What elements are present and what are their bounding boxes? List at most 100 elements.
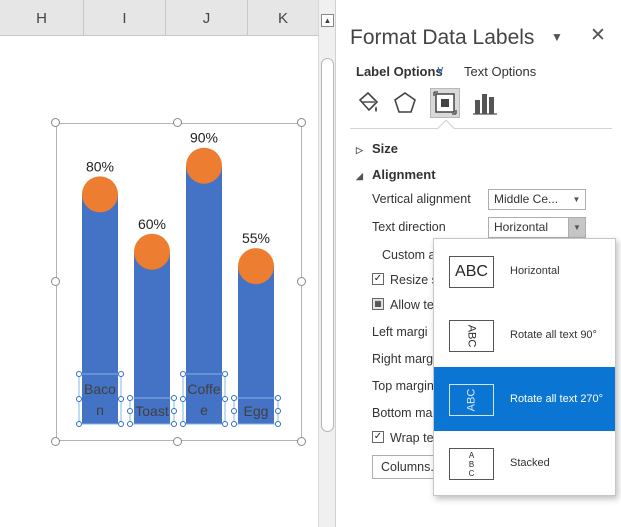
- label-selection-handle[interactable]: [127, 421, 133, 427]
- selected-tab-pointer: [437, 119, 455, 137]
- chevron-down-icon[interactable]: ∨: [436, 63, 445, 77]
- label-selection-handle[interactable]: [118, 396, 124, 402]
- bar-egg[interactable]: [238, 266, 274, 424]
- label-selection-handle[interactable]: [180, 371, 186, 377]
- sample-text: ABC: [465, 324, 478, 348]
- menu-item-label: Horizontal: [510, 265, 560, 277]
- label-selection-handle[interactable]: [76, 421, 82, 427]
- category-label[interactable]: n: [96, 402, 104, 418]
- marker-egg[interactable]: [238, 248, 274, 285]
- size-properties-icon[interactable]: [430, 88, 460, 118]
- chevron-down-icon: ▼: [572, 195, 581, 204]
- category-label[interactable]: e: [200, 402, 208, 418]
- chart-area[interactable]: 80% Baco n 60% Toast 90% Coffe e 55% Egg: [56, 123, 302, 441]
- section-size[interactable]: ▷ Size: [356, 141, 398, 156]
- label-options-icon[interactable]: [470, 88, 500, 118]
- chart-plot[interactable]: 80% Baco n 60% Toast 90% Coffe e 55% Egg: [57, 124, 303, 442]
- label-selection-handle[interactable]: [127, 395, 133, 401]
- vertical-scrollbar[interactable]: ▲: [318, 0, 336, 527]
- column-letter: K: [277, 9, 288, 27]
- label-selection-handle[interactable]: [231, 408, 237, 414]
- menu-item-rotate-270[interactable]: ABC Rotate all text 270°: [434, 367, 615, 431]
- custom-angle-label: Custom a: [382, 248, 436, 262]
- resize-handle[interactable]: [173, 437, 182, 446]
- pane-options-dropdown-icon[interactable]: ▼: [551, 30, 563, 44]
- label-selection-handle[interactable]: [171, 408, 177, 414]
- close-icon[interactable]: ✕: [590, 24, 606, 47]
- resize-handle[interactable]: [297, 118, 306, 127]
- label-selection-handle[interactable]: [231, 395, 237, 401]
- menu-item-stacked[interactable]: ABC Stacked: [434, 431, 615, 495]
- marker-bacon[interactable]: [82, 176, 118, 213]
- label-selection-handle[interactable]: [222, 396, 228, 402]
- resize-shape-checkbox[interactable]: ✓: [372, 273, 384, 285]
- column-letter: H: [36, 9, 47, 27]
- horizontal-text-icon: ABC: [449, 256, 494, 288]
- label-selection-handle[interactable]: [231, 421, 237, 427]
- label-selection-handle[interactable]: [118, 371, 124, 377]
- label-selection-handle[interactable]: [222, 421, 228, 427]
- vertical-alignment-label: Vertical alignment: [372, 192, 471, 206]
- scrollbar-thumb[interactable]: [321, 58, 334, 432]
- text-direction-dropdown[interactable]: Horizontal ▼: [488, 217, 586, 238]
- label-selection-handle[interactable]: [171, 395, 177, 401]
- column-header-h[interactable]: H: [0, 0, 84, 36]
- label-selection-handle[interactable]: [180, 396, 186, 402]
- category-label[interactable]: Egg: [244, 403, 269, 419]
- resize-handle[interactable]: [297, 437, 306, 446]
- resize-handle[interactable]: [51, 277, 60, 286]
- effects-icon[interactable]: [390, 88, 420, 118]
- tab-label-options[interactable]: Label Options: [356, 64, 443, 79]
- wrap-text-checkbox[interactable]: ✓: [372, 431, 384, 443]
- fill-line-icon[interactable]: [352, 88, 382, 118]
- value-label[interactable]: 60%: [138, 216, 166, 232]
- column-letter: I: [122, 9, 127, 27]
- pane-title: Format Data Labels: [350, 26, 535, 49]
- vertical-alignment-value: Middle Ce...: [494, 192, 559, 206]
- label-selection-handle[interactable]: [127, 408, 133, 414]
- left-margin-label: Left margi: [372, 325, 428, 339]
- menu-item-rotate-90[interactable]: ABC Rotate all text 90°: [434, 303, 615, 367]
- resize-handle[interactable]: [51, 437, 60, 446]
- chevron-down-icon: ◢: [356, 171, 363, 181]
- stacked-letter: A: [468, 450, 475, 460]
- resize-handle[interactable]: [297, 277, 306, 286]
- vertical-alignment-dropdown[interactable]: Middle Ce... ▼: [488, 189, 586, 210]
- category-label[interactable]: Toast: [135, 403, 169, 419]
- text-direction-value: Horizontal: [494, 220, 549, 234]
- marker-coffee[interactable]: [186, 147, 222, 184]
- label-selection-handle[interactable]: [171, 421, 177, 427]
- top-margin-label: Top margin: [372, 379, 434, 393]
- menu-item-label: Stacked: [510, 457, 550, 469]
- label-selection-handle[interactable]: [76, 396, 82, 402]
- allow-text-overflow-label: Allow te: [390, 298, 434, 312]
- section-size-label: Size: [372, 141, 399, 156]
- label-selection-handle[interactable]: [222, 371, 228, 377]
- category-label[interactable]: Baco: [84, 381, 116, 397]
- tab-text-options[interactable]: Text Options: [464, 64, 536, 79]
- resize-handle[interactable]: [51, 118, 60, 127]
- marker-toast[interactable]: [134, 233, 170, 270]
- column-header-j[interactable]: J: [166, 0, 248, 36]
- allow-text-overflow-checkbox[interactable]: ▦: [372, 298, 384, 310]
- sample-text: ABC: [465, 388, 478, 412]
- label-selection-handle[interactable]: [180, 421, 186, 427]
- section-alignment[interactable]: ◢ Alignment: [356, 167, 436, 182]
- label-selection-handle[interactable]: [275, 395, 281, 401]
- label-selection-handle[interactable]: [275, 421, 281, 427]
- value-label[interactable]: 80%: [86, 158, 114, 174]
- stacked-letter: B: [468, 459, 475, 469]
- menu-item-horizontal[interactable]: ABC Horizontal: [434, 239, 615, 303]
- category-label[interactable]: Coffe: [187, 381, 220, 397]
- column-header-k[interactable]: K: [248, 0, 318, 36]
- resize-handle[interactable]: [173, 118, 182, 127]
- label-selection-handle[interactable]: [275, 408, 281, 414]
- label-selection-handle[interactable]: [118, 421, 124, 427]
- scroll-up-icon[interactable]: ▲: [321, 14, 334, 27]
- column-header-i[interactable]: I: [84, 0, 166, 36]
- value-label[interactable]: 90%: [190, 130, 218, 146]
- value-label[interactable]: 55%: [242, 230, 270, 246]
- pane-divider: [350, 128, 612, 129]
- columns-button[interactable]: Columns...: [372, 455, 441, 479]
- label-selection-handle[interactable]: [76, 371, 82, 377]
